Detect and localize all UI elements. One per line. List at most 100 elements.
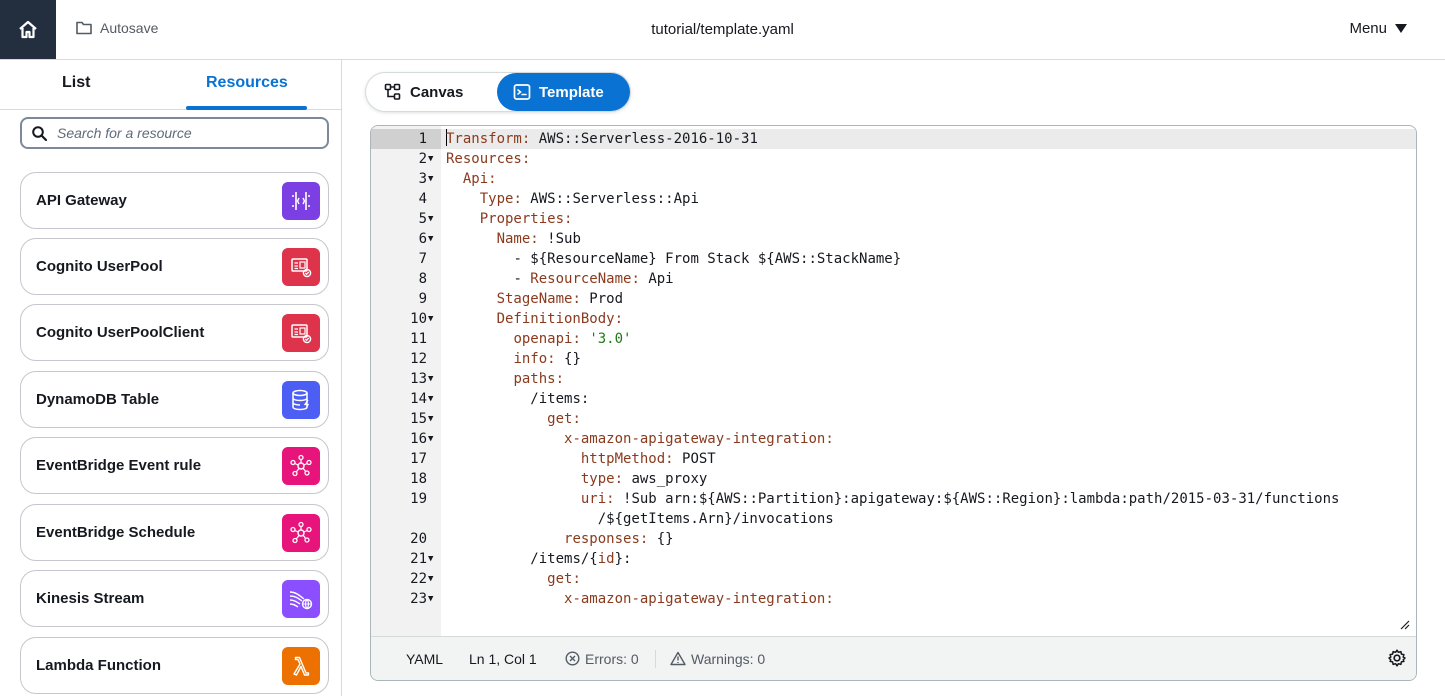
line-number: 20 — [410, 531, 427, 547]
file-title: tutorial/template.yaml — [651, 21, 794, 38]
autosave-toggle[interactable]: Autosave — [76, 20, 158, 36]
view-toggle: Canvas Template — [366, 73, 630, 111]
resource-card-label: API Gateway — [36, 192, 127, 209]
code-key: StageName — [496, 291, 573, 307]
fold-toggle-icon[interactable]: ▼ — [428, 569, 433, 589]
code-line: 11 openapi: '3.0' — [371, 329, 1416, 349]
fold-toggle-icon[interactable]: ▼ — [428, 429, 433, 449]
code-key: DefinitionBody — [496, 311, 615, 327]
fold-toggle-icon[interactable]: ▼ — [428, 589, 433, 609]
resize-handle-icon[interactable] — [1398, 618, 1410, 630]
eventbridge-icon — [282, 513, 320, 552]
line-text: - ${ResourceName} From Stack ${AWS::Stac… — [446, 249, 901, 269]
autosave-label: Autosave — [100, 20, 159, 36]
code-content[interactable]: 1 Transform: AWS::Serverless-2016-10-31 2 ▼… — [371, 129, 1416, 609]
lambda-icon — [282, 646, 320, 685]
code-editor[interactable]: 1 Transform: AWS::Serverless-2016-10-31 2 ▼… — [370, 125, 1417, 681]
code-key: responses — [564, 531, 640, 547]
code-key: get — [547, 411, 573, 427]
code-line: 12 info: {} — [371, 349, 1416, 369]
resource-card[interactable]: EventBridge Schedule — [20, 504, 329, 561]
code-value: !Sub arn:${AWS::Partition}:apigateway:${… — [614, 491, 1340, 507]
errors-count: Errors: 0 — [585, 650, 639, 667]
line-text: type: aws_proxy — [580, 471, 708, 487]
canvas-view-button[interactable]: Canvas — [384, 73, 463, 111]
tab-list[interactable]: List — [62, 74, 90, 92]
tab-resources[interactable]: Resources — [206, 74, 288, 92]
line-number: 19 — [410, 491, 427, 507]
resource-card[interactable]: DynamoDB Table — [20, 371, 329, 428]
resource-card[interactable]: Kinesis Stream — [20, 570, 329, 627]
fold-toggle-icon[interactable]: ▼ — [428, 549, 433, 569]
line-text: Type: AWS::Serverless::Api — [479, 191, 699, 207]
line-text: get: — [547, 571, 581, 587]
code-key: info — [513, 351, 548, 367]
search-input[interactable] — [57, 125, 307, 141]
code-value: aws_proxy — [623, 471, 708, 487]
code-value: {} — [555, 351, 581, 367]
code-key: Resources — [446, 151, 522, 167]
settings-gear-icon[interactable] — [1388, 649, 1406, 667]
fold-toggle-icon[interactable]: ▼ — [428, 389, 433, 409]
cursor-position: Ln 1, Col 1 — [469, 650, 537, 667]
fold-toggle-icon[interactable]: ▼ — [428, 209, 433, 229]
caret-down-icon — [1395, 24, 1407, 33]
line-text: StageName: Prod — [496, 291, 624, 307]
line-text: uri: !Sub arn:${AWS::Partition}:apigatew… — [580, 491, 1340, 507]
fold-toggle-icon[interactable]: ▼ — [428, 409, 433, 429]
line-text: /${getItems.Arn}/invocations — [446, 509, 834, 529]
line-text: paths: — [513, 371, 565, 387]
line-number: 7 — [418, 251, 427, 267]
editor-status-bar: YAML Ln 1, Col 1 Errors: 0 Warnings: 0 — [371, 636, 1416, 680]
top-bar: Autosave tutorial/template.yaml Menu — [0, 0, 1445, 60]
fold-toggle-icon[interactable]: ▼ — [428, 309, 433, 329]
resource-card[interactable]: Cognito UserPoolClient — [20, 304, 329, 361]
error-circle-icon — [565, 651, 580, 666]
code-key: Transform — [446, 131, 522, 147]
resource-card[interactable]: EventBridge Event rule — [20, 437, 329, 494]
line-text: Name: !Sub — [496, 231, 581, 247]
line-text: Resources: — [446, 151, 531, 167]
code-line: 18 type: aws_proxy — [371, 469, 1416, 489]
fold-toggle-icon[interactable]: ▼ — [428, 149, 433, 169]
code-line: 22 ▼ get: — [371, 569, 1416, 589]
line-number: 11 — [410, 331, 427, 347]
line-number: 17 — [410, 451, 427, 467]
home-icon — [19, 20, 37, 38]
code-line: 17 httpMethod: POST — [371, 449, 1416, 469]
template-view-label: Template — [539, 83, 604, 101]
template-view-button[interactable]: Template — [497, 73, 630, 111]
code-line: 7 - ${ResourceName} From Stack ${AWS::St… — [371, 249, 1416, 269]
fold-toggle-icon[interactable]: ▼ — [428, 169, 433, 189]
dynamodb-icon — [282, 380, 320, 419]
resource-card[interactable]: Cognito UserPool — [20, 238, 329, 295]
menu-button[interactable]: Menu — [1349, 20, 1407, 37]
code-key: uri — [580, 491, 607, 507]
fold-toggle-icon[interactable]: ▼ — [428, 369, 433, 389]
code-key: openapi — [513, 331, 573, 347]
code-line: 5 ▼ Properties: — [371, 209, 1416, 229]
resource-card[interactable]: API Gateway — [20, 172, 329, 229]
line-number: 12 — [410, 351, 427, 367]
warnings-indicator[interactable]: Warnings: 0 — [670, 651, 765, 667]
home-button[interactable] — [0, 0, 56, 59]
resource-sidebar: List Resources API Gateway Cognito UserPo… — [0, 60, 342, 696]
line-text: Api: — [462, 171, 497, 187]
code-line: /${getItems.Arn}/invocations — [371, 509, 1416, 529]
line-text: /items: — [530, 391, 590, 407]
code-string: '3.0' — [589, 331, 632, 347]
active-tab-indicator — [186, 106, 307, 110]
resource-card[interactable]: Lambda Function — [20, 637, 329, 694]
code-key: Type — [479, 191, 514, 207]
resource-search-box[interactable] — [20, 117, 329, 149]
warnings-count: Warnings: 0 — [691, 650, 766, 667]
code-line: 2 ▼ Resources: — [371, 149, 1416, 169]
code-text: - ${ResourceName} From Stack ${AWS::Stac… — [513, 251, 902, 267]
code-line: 20 responses: {} — [371, 529, 1416, 549]
folder-icon — [76, 21, 92, 35]
line-number — [371, 509, 441, 529]
fold-toggle-icon[interactable]: ▼ — [428, 229, 433, 249]
line-number: 9 — [418, 291, 427, 307]
errors-indicator[interactable]: Errors: 0 — [565, 651, 639, 667]
code-line: 16 ▼ x-amazon-apigateway-integration: — [371, 429, 1416, 449]
